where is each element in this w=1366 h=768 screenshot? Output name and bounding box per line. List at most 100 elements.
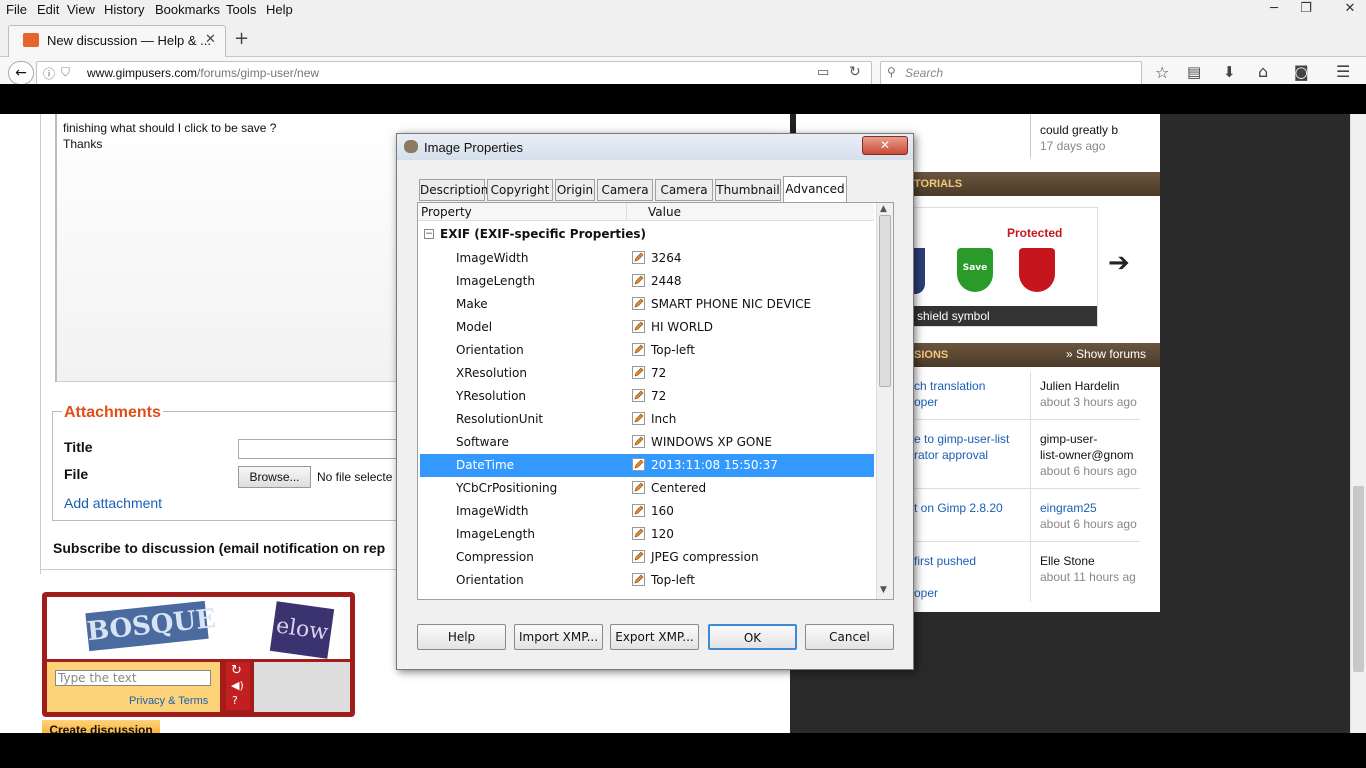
info-icon[interactable]: ⓘ: [43, 65, 55, 82]
col-value-header[interactable]: Value: [648, 205, 681, 219]
shield-tracking-icon[interactable]: ⛉: [61, 65, 70, 80]
property-value[interactable]: JPEG compression: [651, 550, 759, 564]
property-row[interactable]: ResolutionUnit Inch: [420, 408, 874, 431]
discussion-author[interactable]: Elle Stone: [1040, 554, 1095, 568]
next-arrow-icon[interactable]: ➔: [1108, 248, 1130, 278]
tab-camera-1[interactable]: Camera 1: [597, 179, 653, 217]
property-row[interactable]: ImageWidth 3264: [420, 247, 874, 270]
property-row[interactable]: ImageWidth 160: [420, 500, 874, 523]
edit-pencil-icon[interactable]: [632, 573, 645, 586]
discussion-title[interactable]: ch translation: [914, 379, 985, 393]
privacy-terms-link[interactable]: Privacy & Terms: [129, 695, 208, 707]
menu-help[interactable]: Help: [266, 2, 293, 17]
pocket-icon[interactable]: ◙: [1294, 63, 1309, 81]
property-value[interactable]: 2448: [651, 274, 682, 288]
tree-scrollbar-thumb[interactable]: [879, 215, 891, 387]
subscribe-checkbox-label[interactable]: Subscribe to discussion (email notificat…: [53, 540, 398, 556]
ok-button[interactable]: OK: [708, 624, 797, 650]
property-row[interactable]: Model HI WORLD: [420, 316, 874, 339]
exif-group-row[interactable]: − EXIF (EXIF-specific Properties): [422, 225, 876, 245]
menu-view[interactable]: View: [67, 2, 95, 17]
edit-pencil-icon[interactable]: [632, 274, 645, 287]
refresh-icon[interactable]: ↻: [231, 663, 242, 678]
help-button[interactable]: Help: [417, 624, 506, 650]
browser-tab[interactable]: New discussion — Help & ... ✕: [8, 25, 226, 57]
edit-pencil-icon[interactable]: [632, 320, 645, 333]
discussion-author[interactable]: gimp-user-: [1040, 432, 1097, 446]
edit-pencil-icon[interactable]: [632, 527, 645, 540]
audio-icon[interactable]: ◀): [231, 679, 244, 692]
property-row[interactable]: XResolution 72: [420, 362, 874, 385]
tab-origin[interactable]: Origin: [555, 179, 595, 201]
url-bar[interactable]: ⓘ ⛉ www.gimpusers.com/forums/gimp-user/n…: [36, 61, 872, 85]
property-value[interactable]: WINDOWS XP GONE: [651, 435, 772, 449]
scrollbar-thumb[interactable]: [1353, 486, 1364, 672]
cancel-button[interactable]: Cancel: [805, 624, 894, 650]
properties-tree[interactable]: Property Value − EXIF (EXIF-specific Pro…: [417, 202, 894, 600]
back-icon[interactable]: ←: [8, 61, 34, 85]
bookmarks-list-icon[interactable]: ▤: [1187, 63, 1201, 81]
tab-copyright[interactable]: Copyright: [487, 179, 553, 201]
tab-advanced[interactable]: Advanced: [783, 176, 847, 202]
edit-pencil-icon[interactable]: [632, 504, 645, 517]
downloads-icon[interactable]: ⬇: [1223, 63, 1236, 81]
property-value[interactable]: SMART PHONE NIC DEVICE: [651, 297, 811, 311]
property-value[interactable]: 160: [651, 504, 674, 518]
property-row[interactable]: DateTime 2013:11:08 15:50:37: [420, 454, 874, 477]
edit-pencil-icon[interactable]: [632, 389, 645, 402]
property-value[interactable]: Inch: [651, 412, 676, 426]
menu-file[interactable]: File: [6, 2, 27, 17]
property-row[interactable]: Make SMART PHONE NIC DEVICE: [420, 293, 874, 316]
edit-pencil-icon[interactable]: [632, 435, 645, 448]
add-attachment-link[interactable]: Add attachment: [64, 495, 162, 511]
property-row[interactable]: YCbCrPositioning Centered: [420, 477, 874, 500]
column-divider[interactable]: [626, 203, 627, 221]
url-text[interactable]: www.gimpusers.com/forums/gimp-user/new: [87, 66, 319, 80]
edit-pencil-icon[interactable]: [632, 343, 645, 356]
discussion-author[interactable]: Julien Hardelin: [1040, 379, 1119, 393]
dialog-close-icon[interactable]: ✕: [862, 136, 908, 155]
help-icon[interactable]: ?: [232, 694, 238, 707]
reload-icon[interactable]: ↻: [849, 64, 861, 80]
discussion-author-cont[interactable]: list-owner@gnom: [1040, 448, 1140, 462]
property-row[interactable]: ImageLength 120: [420, 523, 874, 546]
discussion-title[interactable]: e to gimp-user-list: [914, 432, 1009, 446]
menu-bookmarks[interactable]: Bookmarks: [155, 2, 220, 17]
tree-scrollbar[interactable]: ▲ ▼: [876, 203, 893, 599]
tab-camera-2[interactable]: Camera 2: [655, 179, 713, 217]
property-value[interactable]: 72: [651, 366, 666, 380]
menu-edit[interactable]: Edit: [37, 2, 59, 17]
collapse-icon[interactable]: −: [424, 229, 434, 239]
menu-tools[interactable]: Tools: [226, 2, 256, 17]
property-row[interactable]: Compression JPEG compression: [420, 546, 874, 569]
property-value[interactable]: Top-left: [651, 573, 695, 587]
import-xmp-button[interactable]: Import XMP...: [514, 624, 603, 650]
bookmark-star-icon[interactable]: ☆: [1155, 63, 1169, 82]
col-property-header[interactable]: Property: [421, 205, 472, 219]
scroll-up-icon[interactable]: ▲: [880, 204, 887, 214]
property-value[interactable]: 72: [651, 389, 666, 403]
property-value[interactable]: HI WORLD: [651, 320, 713, 334]
tab-description[interactable]: Description: [419, 179, 488, 201]
sidebar-top-text[interactable]: could greatly b: [1040, 123, 1118, 137]
discussion-title-cont[interactable]: rator approval: [914, 448, 988, 462]
home-icon[interactable]: ⌂: [1258, 62, 1268, 81]
search-placeholder[interactable]: Search: [905, 66, 943, 80]
reader-view-icon[interactable]: ▭: [817, 65, 829, 80]
edit-pencil-icon[interactable]: [632, 251, 645, 264]
discussion-title[interactable]: first pushed: [914, 554, 976, 568]
show-forums-link[interactable]: » Show forums: [1066, 347, 1146, 361]
edit-pencil-icon[interactable]: [632, 550, 645, 563]
close-window-icon[interactable]: ✕: [1336, 0, 1364, 18]
export-xmp-button[interactable]: Export XMP...: [610, 624, 699, 650]
menu-history[interactable]: History: [104, 2, 144, 17]
property-row[interactable]: ImageLength 2448: [420, 270, 874, 293]
property-row[interactable]: Orientation Top-left: [420, 339, 874, 362]
discussion-title[interactable]: t on Gimp 2.8.20: [914, 501, 1003, 515]
menu-hamburger-icon[interactable]: ☰: [1336, 62, 1350, 81]
scroll-down-icon[interactable]: ▼: [880, 585, 887, 595]
property-value[interactable]: 2013:11:08 15:50:37: [651, 458, 778, 472]
captcha-input[interactable]: Type the text: [55, 670, 211, 686]
discussion-title-cont[interactable]: oper: [914, 586, 938, 600]
title-input[interactable]: [238, 439, 402, 459]
